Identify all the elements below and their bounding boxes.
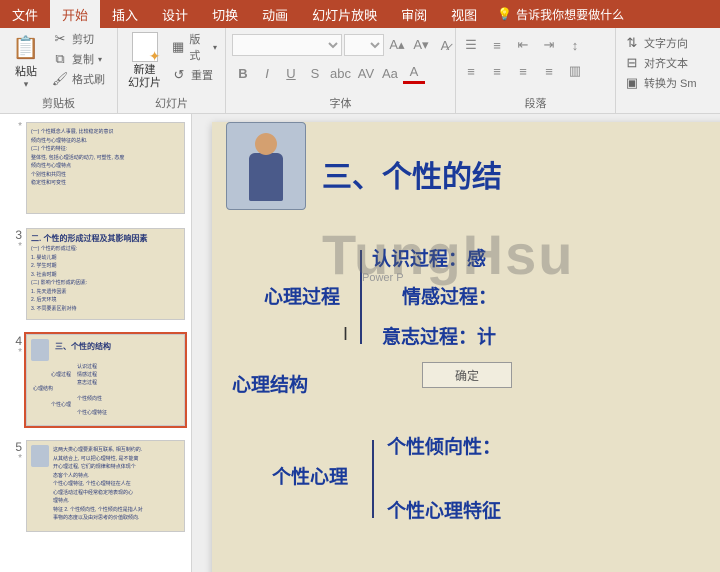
decrease-font-button[interactable]: A▾ bbox=[410, 34, 432, 56]
increase-font-button[interactable]: A▴ bbox=[386, 34, 408, 56]
tab-bar: 文件 开始 插入 设计 切换 动画 幻灯片放映 审阅 视图 💡 告诉我你想要做什么 bbox=[0, 0, 720, 28]
slide-canvas: 三、个性的结 TungHsu 认识过程：感 心理过程 情感过程： 意志过程：计 … bbox=[212, 122, 720, 572]
slide-thumb-5[interactable]: 5* 这两大类心理要素相互联系, 相互制约的.从其结合上, 可以把心理特性, 是… bbox=[0, 436, 191, 542]
ribbon: 📋 粘贴 ▾ ✂剪切 ⧉复制▾ 🖌格式刷 剪贴板 ✦ 新建 幻灯片 ▦版式▾ ↺… bbox=[0, 28, 720, 114]
node-cognition: 认识过程：感 bbox=[372, 244, 486, 271]
tell-me[interactable]: 💡 告诉我你想要做什么 bbox=[489, 0, 624, 28]
scissors-icon: ✂ bbox=[52, 31, 68, 47]
copy-button[interactable]: ⧉复制▾ bbox=[50, 50, 107, 68]
strike-button[interactable]: S bbox=[304, 62, 326, 84]
bracket-line bbox=[372, 440, 374, 518]
font-size-select[interactable] bbox=[344, 34, 384, 56]
reset-icon: ↺ bbox=[171, 67, 187, 83]
format-painter-button[interactable]: 🖌格式刷 bbox=[50, 70, 107, 88]
text-cursor-icon: I bbox=[343, 324, 348, 345]
work-area: * (一) 个性概念人事展, 比较稳定的意识倾向性与心理特征的总和.(二) 个性… bbox=[0, 114, 720, 572]
reset-button[interactable]: ↺重置 bbox=[169, 66, 219, 84]
paste-button[interactable]: 📋 粘贴 ▾ bbox=[6, 30, 46, 92]
cut-button[interactable]: ✂剪切 bbox=[50, 30, 107, 48]
node-traits: 个性心理特征 bbox=[387, 496, 501, 523]
tab-home[interactable]: 开始 bbox=[50, 0, 100, 28]
node-will: 意志过程：计 bbox=[382, 322, 496, 349]
tell-me-text: 告诉我你想要做什么 bbox=[516, 6, 624, 23]
new-slide-label: 新建 幻灯片 bbox=[128, 64, 161, 90]
group-paragraph: ☰ ≡ ⇤ ⇥ ↕ ≡ ≡ ≡ ≡ ▥ 段落 bbox=[456, 28, 616, 113]
new-slide-button[interactable]: ✦ 新建 幻灯片 bbox=[124, 30, 165, 92]
tab-view[interactable]: 视图 bbox=[439, 0, 489, 28]
node-emotion: 情感过程： bbox=[402, 282, 497, 309]
slide-thumb-3[interactable]: 3* 二. 个性的形成过程及其影响因素 (一) 个性的形成过程:1. 婴幼儿期2… bbox=[0, 224, 191, 330]
slides-label: 幻灯片 bbox=[124, 93, 219, 113]
node-tendency: 个性倾向性： bbox=[387, 432, 501, 459]
text-direction-icon: ⇅ bbox=[624, 35, 640, 51]
slide-thumb-4[interactable]: 4* 三、个性的结构 认识过程 心理过程 情感过程 意志过程 心理结构 个性倾向… bbox=[0, 330, 191, 436]
copy-icon: ⧉ bbox=[52, 51, 68, 67]
align-text-icon: ⊟ bbox=[624, 55, 640, 71]
numbering-button[interactable]: ≡ bbox=[488, 36, 506, 54]
node-psych: 个性心理 bbox=[272, 462, 348, 489]
ok-button[interactable]: 确定 bbox=[422, 362, 512, 388]
thumb-canvas: 二. 个性的形成过程及其影响因素 (一) 个性的形成过程:1. 婴幼儿期2. 学… bbox=[26, 228, 185, 320]
person-icon bbox=[31, 445, 49, 467]
dialog-remnant: Power P bbox=[362, 272, 404, 284]
person-illustration bbox=[226, 122, 306, 210]
thumb-canvas-selected: 三、个性的结构 认识过程 心理过程 情感过程 意志过程 心理结构 个性倾向性 个… bbox=[26, 334, 185, 426]
align-center-button[interactable]: ≡ bbox=[488, 62, 506, 80]
clear-format-button[interactable]: A̷ bbox=[434, 34, 456, 56]
convert-smartart-button[interactable]: ▣转换为 Sm bbox=[622, 74, 699, 92]
font-family-select[interactable] bbox=[232, 34, 342, 56]
layout-icon: ▦ bbox=[171, 39, 185, 55]
align-right-button[interactable]: ≡ bbox=[514, 62, 532, 80]
paste-label: 粘贴 bbox=[15, 66, 37, 79]
tab-transition[interactable]: 切换 bbox=[200, 0, 250, 28]
group-font: A▴ A▾ A̷ B I U S abc AV Aa A 字体 bbox=[226, 28, 456, 113]
slide-title: 三、个性的结 bbox=[322, 152, 502, 196]
layout-button[interactable]: ▦版式▾ bbox=[169, 30, 219, 64]
slide-canvas-area[interactable]: 三、个性的结 TungHsu 认识过程：感 心理过程 情感过程： 意志过程：计 … bbox=[192, 114, 720, 572]
paste-icon: 📋 bbox=[10, 32, 42, 64]
node-process: 心理过程 bbox=[264, 282, 340, 309]
columns-button[interactable]: ▥ bbox=[566, 62, 584, 80]
bullets-button[interactable]: ☰ bbox=[462, 36, 480, 54]
indent-dec-button[interactable]: ⇤ bbox=[514, 36, 532, 54]
font-label: 字体 bbox=[232, 93, 449, 113]
italic-button[interactable]: I bbox=[256, 62, 278, 84]
node-structure: 心理结构 bbox=[232, 370, 308, 397]
group-clipboard: 📋 粘贴 ▾ ✂剪切 ⧉复制▾ 🖌格式刷 剪贴板 bbox=[0, 28, 118, 113]
font-color-button[interactable]: A bbox=[403, 62, 425, 84]
line-spacing-button[interactable]: ↕ bbox=[566, 36, 584, 54]
thumb-canvas: 这两大类心理要素相互联系, 相互制约的.从其结合上, 可以把心理特性, 是不能离… bbox=[26, 440, 185, 532]
underline-button[interactable]: U bbox=[280, 62, 302, 84]
thumb-canvas: (一) 个性概念人事展, 比较稳定的意识倾向性与心理特征的总和.(二) 个性的特… bbox=[26, 122, 185, 214]
bold-button[interactable]: B bbox=[232, 62, 254, 84]
justify-button[interactable]: ≡ bbox=[540, 62, 558, 80]
lightbulb-icon: 💡 bbox=[497, 7, 512, 21]
case-button[interactable]: Aa bbox=[379, 62, 401, 84]
group-slides: ✦ 新建 幻灯片 ▦版式▾ ↺重置 幻灯片 bbox=[118, 28, 226, 113]
align-text-button[interactable]: ⊟对齐文本 bbox=[622, 54, 699, 72]
align-left-button[interactable]: ≡ bbox=[462, 62, 480, 80]
tab-file[interactable]: 文件 bbox=[0, 0, 50, 28]
clipboard-label: 剪贴板 bbox=[6, 93, 111, 113]
tab-insert[interactable]: 插入 bbox=[100, 0, 150, 28]
brush-icon: 🖌 bbox=[52, 71, 68, 87]
slide-thumb-2[interactable]: * (一) 个性概念人事展, 比较稳定的意识倾向性与心理特征的总和.(二) 个性… bbox=[0, 118, 191, 224]
person-icon bbox=[31, 339, 49, 361]
bracket-line bbox=[360, 250, 362, 344]
tab-slideshow[interactable]: 幻灯片放映 bbox=[300, 0, 389, 28]
slide-thumbnails[interactable]: * (一) 个性概念人事展, 比较稳定的意识倾向性与心理特征的总和.(二) 个性… bbox=[0, 114, 192, 572]
shadow-button[interactable]: abc bbox=[328, 62, 353, 84]
new-slide-icon: ✦ bbox=[132, 32, 158, 62]
text-direction-button[interactable]: ⇅文字方向 bbox=[622, 34, 699, 52]
paragraph-label: 段落 bbox=[462, 93, 609, 113]
smartart-icon: ▣ bbox=[624, 75, 640, 91]
spacing-button[interactable]: AV bbox=[355, 62, 377, 84]
tab-design[interactable]: 设计 bbox=[150, 0, 200, 28]
tab-review[interactable]: 审阅 bbox=[389, 0, 439, 28]
group-textedit: ⇅文字方向 ⊟对齐文本 ▣转换为 Sm bbox=[616, 28, 710, 113]
tab-animation[interactable]: 动画 bbox=[250, 0, 300, 28]
indent-inc-button[interactable]: ⇥ bbox=[540, 36, 558, 54]
